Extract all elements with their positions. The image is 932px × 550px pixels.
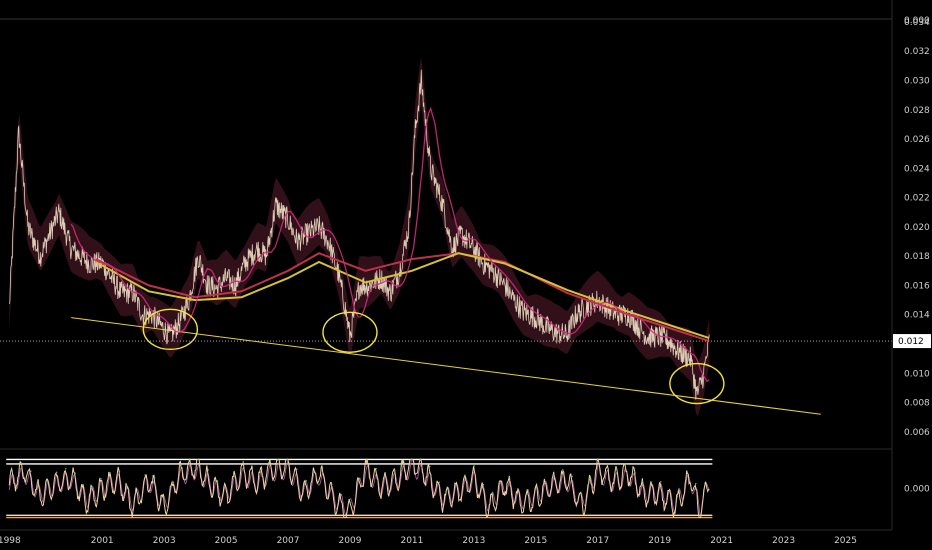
y-tick-label: 0.032 [904,47,930,57]
x-tick-label: 2013 [462,536,485,546]
y-tick-label: 0.000 [904,16,930,26]
main-pane [0,56,892,417]
y-tick-label: 0.028 [904,106,930,116]
y-tick-label: 0.020 [904,223,930,233]
y-tick-label: 0.024 [904,164,930,174]
x-tick-label: 2021 [710,536,733,546]
osc-y-tick-label: 0.000 [904,485,930,495]
y-tick-label: 0.018 [904,252,930,262]
x-tick-label: 2007 [277,536,300,546]
last-price-label: 0.012 [898,337,924,347]
x-tick-label: 2009 [339,536,362,546]
x-tick-label: 2017 [586,536,609,546]
x-tick-label: 2015 [524,536,547,546]
x-tick-label: 2019 [648,536,671,546]
volatility-band [9,56,710,417]
x-tick-label: 2003 [153,536,176,546]
y-tick-label: 0.026 [904,135,930,145]
x-tick-label: 1998 [0,536,21,546]
oscillator-pane [6,458,713,519]
chart-canvas: 0.012 0.006 0.008 0.010 0.014 0.016 0.018 0.020… [0,0,931,546]
y-tick-label: 0.022 [904,194,930,204]
y-tick-label: 0.010 [904,369,930,379]
x-tick-label: 2023 [772,536,795,546]
y-tick-label: 0.030 [904,77,930,87]
price-series [8,69,710,400]
x-tick-label: 2005 [215,536,238,546]
x-tick-label: 2001 [91,536,114,546]
y-tick-label: 0.008 [904,399,930,409]
y-tick-label: 0.016 [904,281,930,291]
oscillator-line [8,458,710,519]
x-tick-label: 2011 [400,536,423,546]
y-tick-label: 0.006 [904,428,930,438]
x-tick-label: 2025 [834,536,857,546]
y-tick-label: 0.014 [904,311,930,321]
oscillator-signal [8,458,710,516]
